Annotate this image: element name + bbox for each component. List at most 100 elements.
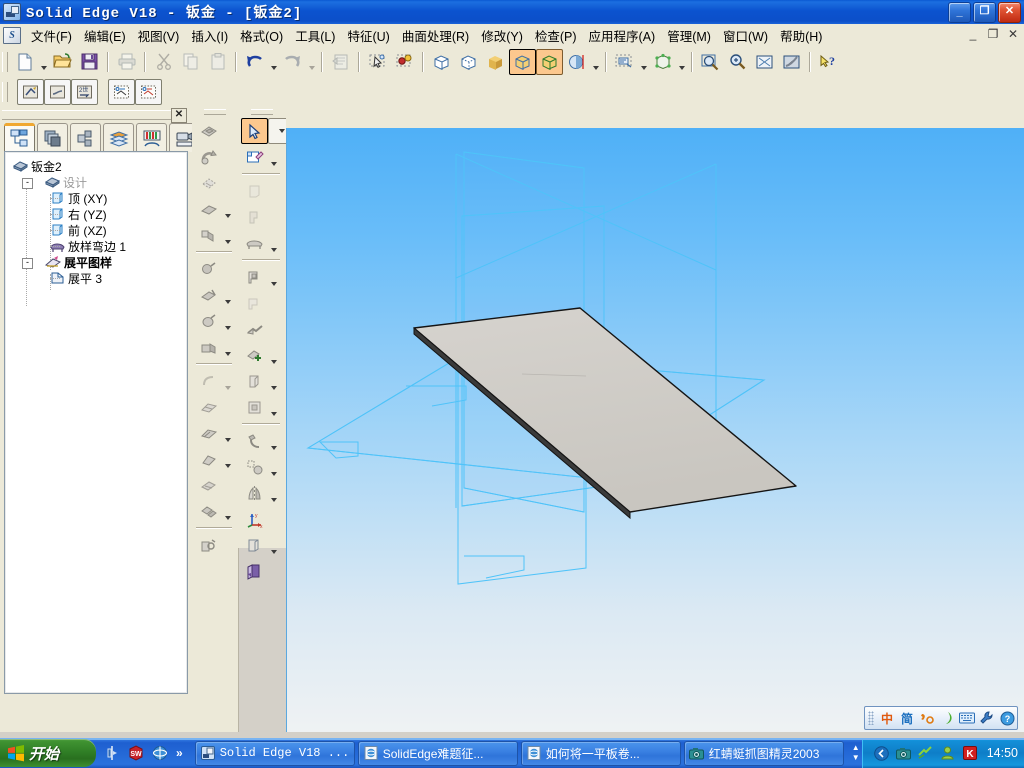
drawn-cutout-icon[interactable]	[195, 144, 222, 170]
named-view-icon[interactable]	[611, 49, 638, 75]
reference-plane-icon[interactable]	[241, 532, 268, 558]
export-flat-dxf-icon[interactable]	[108, 79, 135, 105]
normal-cutout-icon[interactable]	[195, 334, 222, 360]
sweep-icon[interactable]	[241, 428, 268, 454]
ime-simplified-mode[interactable]: 简	[897, 709, 917, 727]
select-tool-icon[interactable]	[364, 49, 391, 75]
pattern-table-icon[interactable]: 2世	[71, 79, 98, 105]
new-icon[interactable]	[11, 49, 38, 75]
taskbar-item-howto-page[interactable]: 如何将一平板卷...	[520, 740, 681, 766]
ime-help[interactable]: ?	[997, 709, 1017, 727]
mdi-minimize-button[interactable]: _	[966, 27, 980, 41]
menu-item-window[interactable]: 窗口(W)	[717, 24, 774, 47]
tree-row-plane-right[interactable]: 右 (YZ)	[5, 206, 187, 222]
sketch-dropdown-arrow[interactable]	[268, 142, 279, 173]
whats-this-help-icon[interactable]: ?	[815, 49, 842, 75]
view-orientation-icon[interactable]	[649, 49, 676, 75]
mdi-restore-button[interactable]: ❐	[986, 27, 1000, 41]
extrude-icon[interactable]	[241, 368, 268, 394]
normal-cutout-dropdown-arrow[interactable]	[222, 332, 233, 363]
tab-feature-pathfinder[interactable]	[4, 123, 35, 153]
revolve-dropdown-arrow[interactable]	[268, 392, 279, 423]
flat-pattern-icon[interactable]	[241, 558, 268, 584]
view-orientation-dropdown-arrow[interactable]	[676, 46, 687, 77]
jog-icon[interactable]	[241, 290, 268, 316]
bead-icon[interactable]	[195, 196, 222, 222]
menu-item-view[interactable]: 视图(V)	[132, 24, 186, 47]
dimple-icon[interactable]	[195, 118, 222, 144]
shaded-no-edges-icon[interactable]	[482, 49, 509, 75]
zoom-area-icon[interactable]	[697, 49, 724, 75]
redo-dropdown-arrow[interactable]	[306, 46, 317, 77]
flat-pattern-icon[interactable]	[17, 79, 44, 105]
new-dropdown-arrow[interactable]	[38, 46, 49, 77]
toolbar-grip[interactable]	[251, 109, 273, 115]
cutout-icon[interactable]	[195, 282, 222, 308]
taskbar-item-capture-tool[interactable]: 红蜻蜓抓图精灵2003	[683, 740, 844, 766]
pan-icon[interactable]	[778, 49, 805, 75]
pattern-icon[interactable]	[195, 498, 222, 524]
feature-pathfinder-tree[interactable]: 钣金2 - 设计 顶 (XY) 右 (YZ) 前 (XZ) 放样弯边 1 - 展…	[4, 151, 188, 694]
bend-dropdown-arrow[interactable]	[268, 262, 279, 293]
close-button[interactable]: ✕	[998, 2, 1021, 23]
wireframe-hidden-icon[interactable]	[455, 49, 482, 75]
document-menu-icon[interactable]	[3, 26, 21, 44]
tab-sensors[interactable]	[136, 123, 167, 152]
louver-icon[interactable]	[195, 170, 222, 196]
taskbar-item-solidedge-forum[interactable]: SolidEdge难题征...	[357, 740, 518, 766]
tab-sketches[interactable]	[103, 123, 134, 152]
tree-row-plane-front[interactable]: 前 (XZ)	[5, 222, 187, 238]
tray-network-icon[interactable]	[917, 744, 935, 762]
revolve-icon[interactable]	[241, 394, 268, 420]
internet-explorer-icon[interactable]	[151, 744, 169, 762]
tray-kaspersky-icon[interactable]: K	[961, 744, 979, 762]
copy-feature-icon[interactable]	[195, 532, 222, 558]
flatten-icon[interactable]	[44, 79, 71, 105]
tab-layers[interactable]	[37, 123, 68, 152]
show-desktop-icon[interactable]	[103, 744, 121, 762]
select-tool-icon[interactable]	[241, 118, 268, 144]
taskbar-clock[interactable]: 14:50	[987, 746, 1018, 760]
hole-icon[interactable]	[195, 256, 222, 282]
start-button[interactable]: 开始	[0, 739, 96, 767]
paint-select-icon[interactable]	[391, 49, 418, 75]
tab-family-of-parts[interactable]	[70, 123, 101, 152]
revolved-cutout-icon[interactable]	[195, 308, 222, 334]
model-canvas[interactable]	[286, 128, 1024, 732]
tree-row-design[interactable]: - 设计	[5, 174, 187, 190]
ime-punctuation-mode[interactable]	[917, 709, 937, 727]
panel-close-button[interactable]: ✕	[171, 108, 187, 123]
ime-settings[interactable]	[977, 709, 997, 727]
sketch-icon[interactable]	[241, 144, 268, 170]
open-icon[interactable]	[49, 49, 76, 75]
ime-drag-grip[interactable]	[868, 711, 874, 725]
tab-flange-icon[interactable]	[241, 178, 268, 204]
round-dropdown-arrow[interactable]	[222, 366, 233, 397]
menu-item-tools[interactable]: 工具(L)	[289, 24, 341, 47]
menu-item-manage[interactable]: 管理(M)	[661, 24, 717, 47]
properties-icon[interactable]	[327, 49, 354, 75]
3d-model-viewport[interactable]	[286, 128, 1024, 732]
menu-item-surfacing[interactable]: 曲面处理(R)	[396, 24, 475, 47]
undo-icon[interactable]	[241, 49, 268, 75]
taskbar-scroll-up[interactable]: ▲	[847, 743, 862, 753]
restore-button[interactable]: ❐	[973, 2, 996, 23]
menu-item-applications[interactable]: 应用程序(A)	[583, 24, 662, 47]
redo-icon[interactable]	[279, 49, 306, 75]
taskbar-scroll-buttons[interactable]: ▲ ▼	[847, 743, 862, 763]
toolbar-grip[interactable]	[2, 51, 8, 72]
copy-icon[interactable]	[177, 49, 204, 75]
named-view-dropdown-arrow[interactable]	[638, 46, 649, 77]
save-flat-as-icon[interactable]	[135, 79, 162, 105]
coordinate-system-icon[interactable]: y x	[241, 506, 268, 532]
minimize-button[interactable]: _	[948, 2, 971, 23]
tree-expander-design[interactable]: -	[22, 178, 33, 189]
menu-item-edit[interactable]: 编辑(E)	[78, 24, 132, 47]
paste-icon[interactable]	[204, 49, 231, 75]
tray-expand-icon[interactable]	[873, 744, 891, 762]
visible-edges-icon[interactable]	[536, 48, 563, 75]
taskbar-item-solid-edge[interactable]: Solid Edge V18 ...	[194, 740, 355, 766]
tree-row-root[interactable]: 钣金2	[5, 158, 187, 174]
shaded-with-edges-icon[interactable]	[509, 48, 536, 75]
solidworks-icon[interactable]: SW	[127, 744, 145, 762]
